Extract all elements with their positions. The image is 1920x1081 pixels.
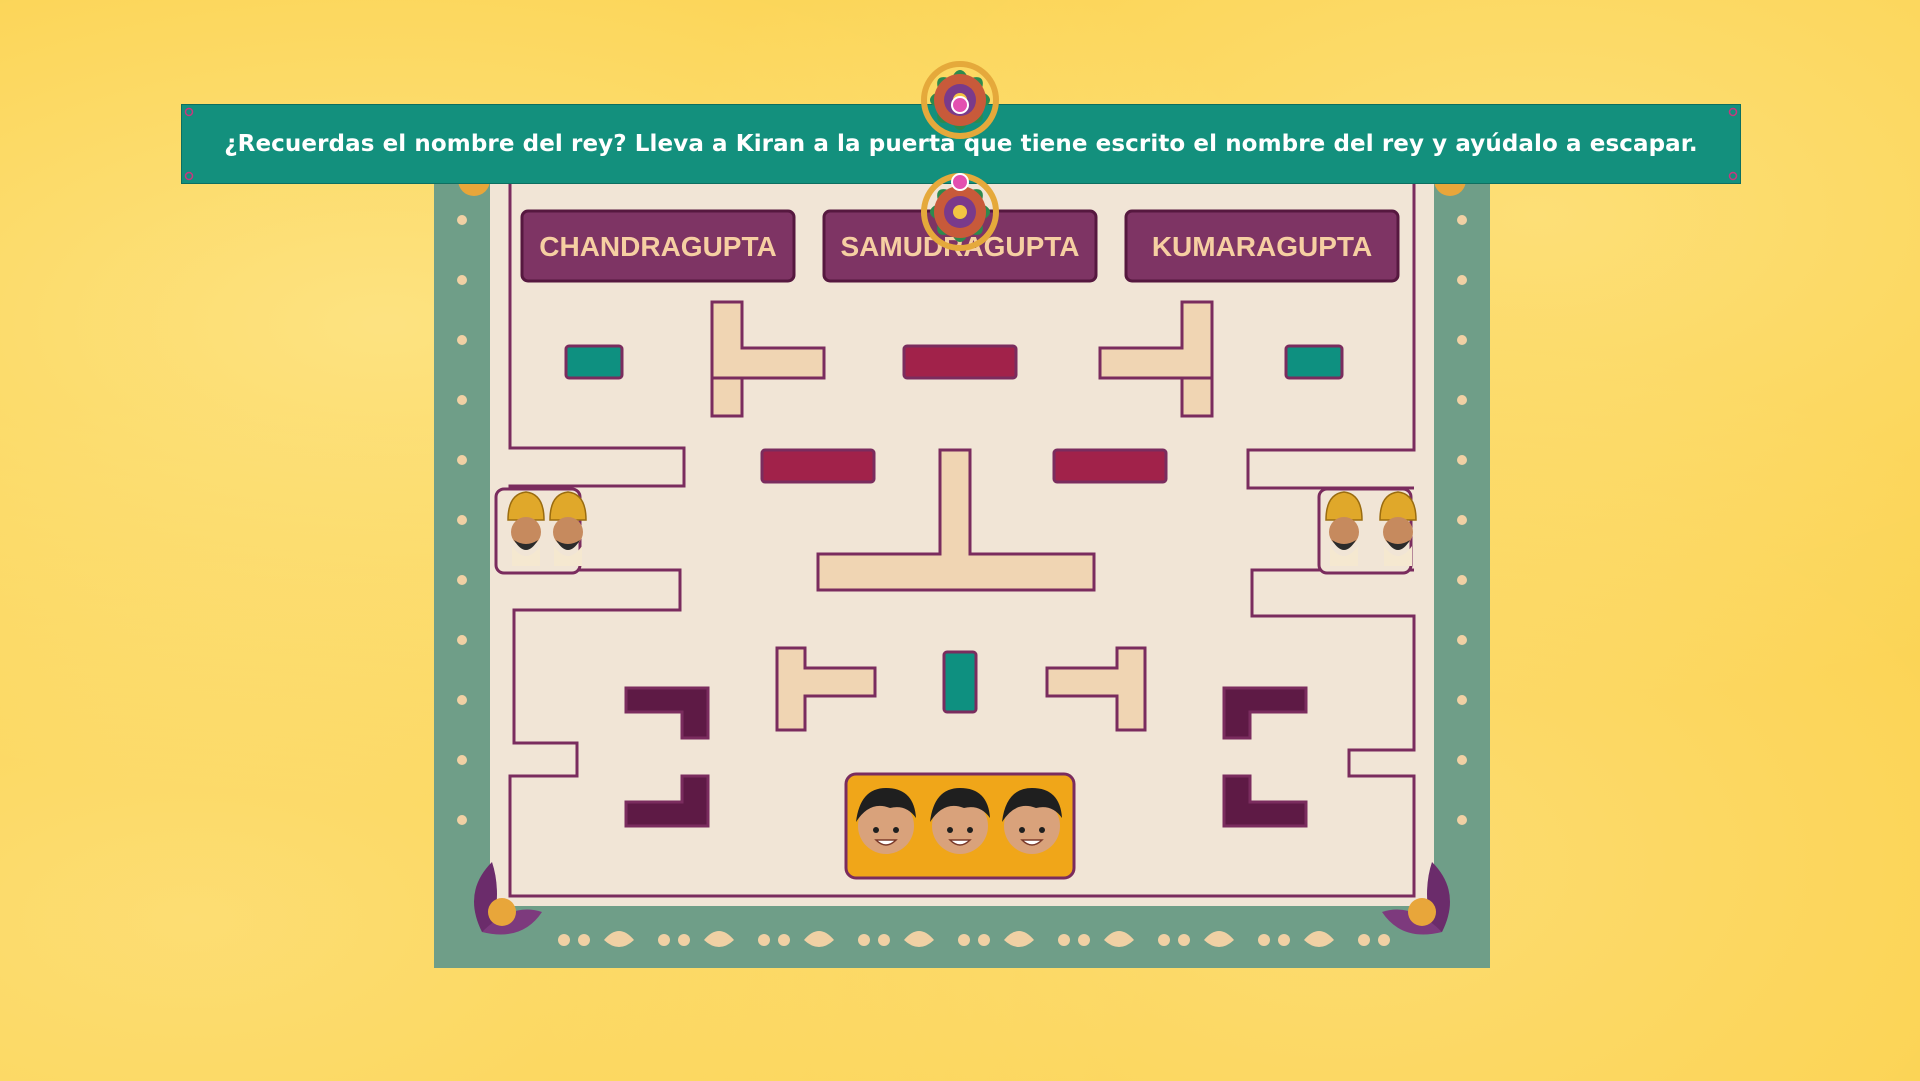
mandala-ornament-icon — [921, 61, 999, 251]
corner-flourish-icon — [1728, 107, 1738, 117]
player-face-icon — [930, 788, 990, 854]
block-teal-vertical — [942, 650, 978, 714]
corner-flourish-icon — [1728, 171, 1738, 181]
door-label: KUMARAGUPTA — [1152, 231, 1372, 262]
player-face-icon — [856, 788, 916, 854]
corner-flourish-icon — [184, 171, 194, 181]
door-kumaragupta[interactable]: KUMARAGUPTA — [1124, 209, 1400, 283]
block-teal — [564, 344, 624, 380]
door-label: CHANDRAGUPTA — [539, 231, 776, 262]
block-crimson — [902, 344, 1018, 380]
block-crimson — [760, 448, 876, 484]
maze-board: CHANDRAGUPTA SAMUDRAGUPTA KUMARAGUPTA — [434, 160, 1490, 968]
block-teal — [1284, 344, 1344, 380]
door-chandragupta[interactable]: CHANDRAGUPTA — [520, 209, 796, 283]
player-face-icon — [1002, 788, 1062, 854]
player-kiran[interactable] — [856, 788, 1062, 854]
corner-flourish-icon — [184, 107, 194, 117]
block-crimson — [1052, 448, 1168, 484]
